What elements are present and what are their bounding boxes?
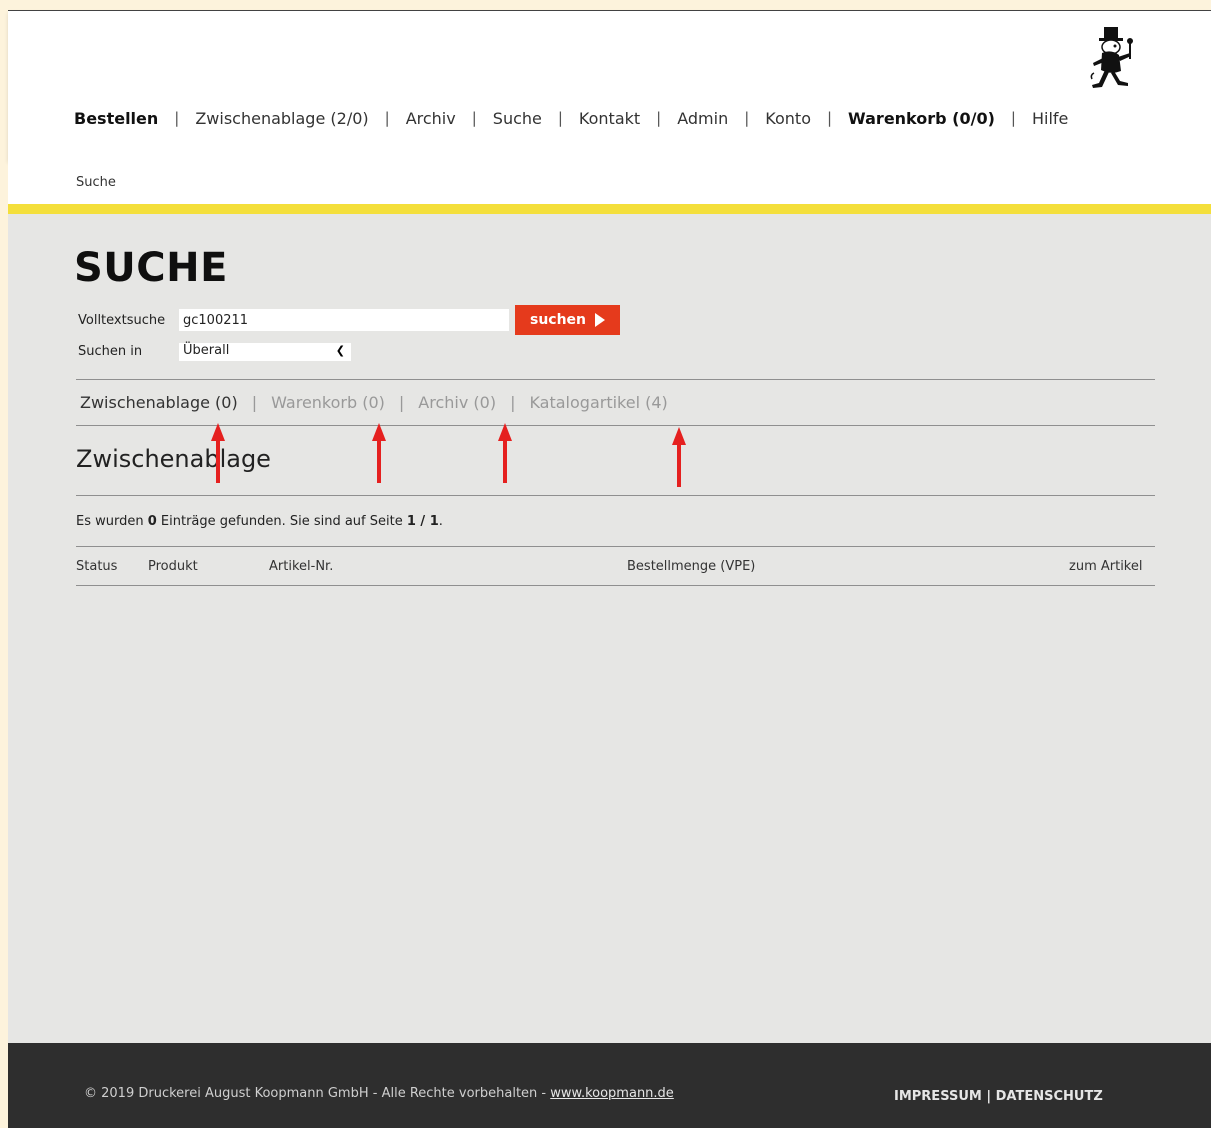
scope-select-value: Überall	[183, 343, 230, 358]
footer: © 2019 Druckerei August Koopmann GmbH - …	[8, 1043, 1211, 1128]
page-title: SUCHE	[74, 245, 228, 291]
nav-separator: |	[656, 109, 662, 127]
play-triangle-icon	[595, 313, 606, 327]
column-header-produkt: Produkt	[148, 559, 198, 574]
fulltext-label: Volltextsuche	[78, 313, 166, 328]
nav-separator: |	[174, 109, 180, 127]
nav-item-archiv[interactable]: Archiv	[406, 109, 456, 128]
result-tabs: Zwischenablage (0) | Warenkorb (0) | Arc…	[80, 393, 668, 412]
nav-separator: |	[744, 109, 750, 127]
column-header-bestellmenge: Bestellmenge (VPE)	[627, 559, 756, 574]
nav-separator: |	[1010, 109, 1016, 127]
nav-separator: |	[557, 109, 563, 127]
nav-item-zwischenablage[interactable]: Zwischenablage (2/0)	[195, 109, 368, 128]
impressum-link[interactable]: IMPRESSUM	[894, 1089, 982, 1104]
nav-item-suche[interactable]: Suche	[493, 109, 542, 128]
main-nav: Bestellen | Zwischenablage (2/0) | Archi…	[74, 106, 1068, 130]
results-middle: Einträge gefunden. Sie sind auf Seite	[156, 514, 407, 529]
nav-item-hilfe[interactable]: Hilfe	[1032, 109, 1068, 128]
tab-separator: |	[398, 393, 405, 412]
column-header-artikel-nr: Artikel-Nr.	[269, 559, 334, 574]
tab-archiv[interactable]: Archiv (0)	[418, 393, 496, 412]
footer-copyright: © 2019 Druckerei August Koopmann GmbH - …	[84, 1086, 674, 1101]
nav-item-konto[interactable]: Konto	[765, 109, 811, 128]
search-button-label: suchen	[529, 312, 587, 328]
tab-zwischenablage[interactable]: Zwischenablage (0)	[80, 393, 238, 412]
nav-item-admin[interactable]: Admin	[677, 109, 728, 128]
nav-separator: |	[471, 109, 477, 127]
breadcrumb[interactable]: Suche	[76, 175, 116, 190]
breadcrumb-bar: Suche	[8, 161, 1211, 204]
chimney-sweep-logo-icon[interactable]	[1084, 25, 1140, 91]
datenschutz-link[interactable]: DATENSCHUTZ	[996, 1089, 1103, 1104]
copyright-text: © 2019 Druckerei August Koopmann GmbH - …	[84, 1086, 551, 1101]
footer-links: IMPRESSUM | DATENSCHUTZ	[894, 1089, 1103, 1104]
search-input[interactable]	[179, 309, 509, 331]
red-up-arrow-icon	[211, 423, 225, 483]
nav-item-warenkorb[interactable]: Warenkorb (0/0)	[848, 109, 995, 128]
divider	[76, 425, 1155, 426]
results-prefix: Es wurden	[76, 514, 148, 529]
red-up-arrow-icon	[672, 427, 686, 487]
nav-separator: |	[384, 109, 390, 127]
tab-katalogartikel[interactable]: Katalogartikel (4)	[529, 393, 667, 412]
red-up-arrow-icon	[498, 423, 512, 483]
header: Bestellen | Zwischenablage (2/0) | Archi…	[8, 11, 1211, 161]
nav-item-kontakt[interactable]: Kontakt	[579, 109, 640, 128]
tab-separator: |	[510, 393, 516, 412]
nav-item-bestellen[interactable]: Bestellen	[74, 109, 158, 128]
section-title: Zwischenablage	[76, 445, 271, 473]
results-page: 1 / 1	[406, 514, 439, 529]
yellow-divider	[8, 204, 1211, 214]
chevron-down-icon: ❮	[335, 344, 345, 357]
results-suffix: .	[438, 514, 443, 529]
tab-warenkorb[interactable]: Warenkorb (0)	[271, 393, 385, 412]
results-count: 0	[147, 514, 157, 529]
results-summary: Es wurden 0 Einträge gefunden. Sie sind …	[76, 514, 443, 529]
footer-link-separator: |	[986, 1089, 992, 1104]
divider	[76, 379, 1155, 380]
column-header-status: Status	[76, 559, 118, 574]
page: Bestellen | Zwischenablage (2/0) | Archi…	[8, 10, 1211, 1128]
divider	[76, 495, 1155, 496]
divider	[76, 546, 1155, 547]
tab-separator: |	[251, 393, 258, 412]
column-header-zum-artikel: zum Artikel	[1069, 559, 1143, 574]
divider	[76, 585, 1155, 586]
scope-select[interactable]: Überall ❮	[179, 343, 351, 361]
footer-website-link[interactable]: www.koopmann.de	[550, 1086, 674, 1101]
search-button[interactable]: suchen	[515, 305, 620, 335]
red-up-arrow-icon	[372, 423, 386, 483]
scope-label: Suchen in	[78, 344, 143, 359]
nav-separator: |	[826, 109, 833, 127]
